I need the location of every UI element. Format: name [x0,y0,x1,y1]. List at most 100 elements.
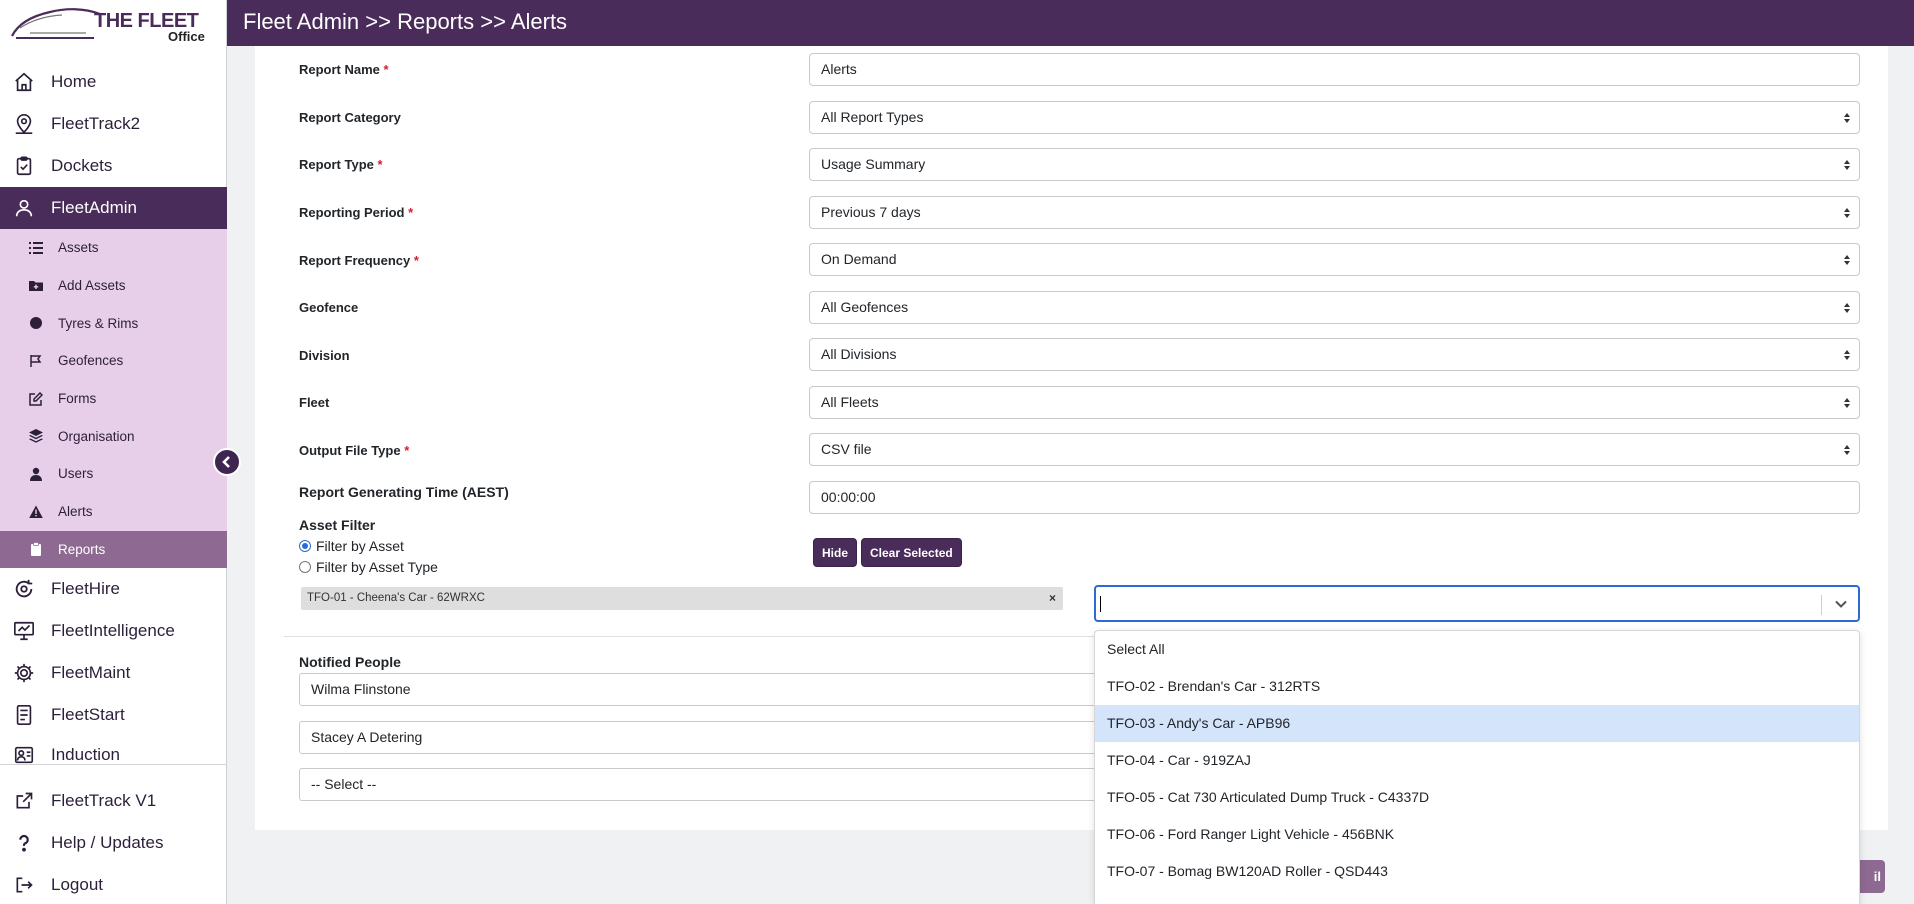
hide-button[interactable]: Hide [813,538,857,567]
nav-fleettrack2-label: FleetTrack2 [51,114,140,134]
nav-forms[interactable]: Forms [0,380,227,418]
notified-person-select[interactable]: -- Select -- [299,768,1099,801]
nav-induction[interactable]: Induction [0,736,227,774]
radio-filter-by-asset-type[interactable]: Filter by Asset Type [299,559,438,575]
logout-icon [14,875,34,895]
asset-dropdown-menu: Select All TFO-02 - Brendan's Car - 312R… [1094,630,1860,904]
select-arrows-icon [1844,207,1850,219]
logo-subtitle: Office [168,29,205,44]
chip-remove-icon[interactable]: × [1049,587,1056,610]
asset-search-input[interactable] [1094,585,1860,622]
dropdown-option[interactable]: TFO-07 - Bomag BW120AD Roller - QSD443 [1095,853,1859,890]
external-link-icon [14,791,34,811]
nav-help-updates[interactable]: Help / Updates [0,822,227,864]
sidebar: THE FLEET Office Home FleetTrack2 Docket… [0,0,227,904]
question-icon [14,833,34,853]
report-category-select[interactable]: All Report Types [809,101,1860,134]
sidebar-divider [0,764,227,765]
car-logo-icon [10,2,102,42]
nav-fleetadmin-label: FleetAdmin [51,198,137,218]
label-report-time: Report Generating Time (AEST) [299,484,509,500]
select-arrows-icon [1844,302,1850,314]
dropdown-option[interactable]: TFO-04 - Car - 919ZAJ [1095,742,1859,779]
sidebar-collapse-button[interactable] [213,448,241,476]
label-geofence: Geofence [299,300,358,315]
dropdown-option[interactable]: TFO-05 - Cat 730 Articulated Dump Truck … [1095,779,1859,816]
map-flag-icon [29,354,43,368]
fleet-select[interactable]: All Fleets [809,386,1860,419]
nav-geofences[interactable]: Geofences [0,342,227,380]
radio-filter-by-asset[interactable]: Filter by Asset [299,538,404,554]
dropdown-option[interactable]: TFO-02 - Brendan's Car - 312RTS [1095,668,1859,705]
radio-filter-by-asset-type-label: Filter by Asset Type [316,559,438,575]
report-frequency-select[interactable]: On Demand [809,243,1860,276]
presentation-icon [13,620,35,642]
list-icon [29,241,43,255]
select-arrows-icon [1844,397,1850,409]
label-asset-filter: Asset Filter [299,517,375,533]
select-arrows-icon [1844,112,1850,124]
nav-assets[interactable]: Assets [0,229,227,267]
warning-icon [29,505,43,519]
logo[interactable]: THE FLEET Office [0,0,226,46]
selected-asset-chip: TFO-01 - Cheena's Car - 62WRXC × [301,587,1063,610]
page-header: Fleet Admin >> Reports >> Alerts [227,0,1914,46]
nav-fleettrack-v1-label: FleetTrack V1 [51,791,156,811]
nav-fleetintelligence-label: FleetIntelligence [51,621,175,641]
nav-dockets[interactable]: Dockets [0,145,227,187]
label-report-frequency: Report Frequency * [299,253,419,268]
nav-fleetadmin[interactable]: FleetAdmin [0,187,227,229]
gear-icon [13,662,35,684]
nav-add-assets[interactable]: Add Assets [0,267,227,305]
radio-filter-by-asset-label: Filter by Asset [316,538,404,554]
text-caret [1100,596,1101,612]
label-report-category: Report Category [299,110,401,125]
nav-fleettrack-v1[interactable]: FleetTrack V1 [0,780,227,822]
geofence-select[interactable]: All Geofences [809,291,1860,324]
report-type-select[interactable]: Usage Summary [809,148,1860,181]
report-time-input[interactable]: 00:00:00 [809,481,1860,514]
nav-fleethire[interactable]: FleetHire [0,568,227,610]
chevron-left-icon [220,455,234,469]
nav-fleetstart[interactable]: FleetStart [0,694,227,736]
nav-alerts-label: Alerts [58,504,93,519]
division-select[interactable]: All Divisions [809,338,1860,371]
nav-fleetmaint[interactable]: FleetMaint [0,652,227,694]
label-output-file-type: Output File Type * [299,443,409,458]
output-file-type-select[interactable]: CSV file [809,433,1860,466]
nav-home[interactable]: Home [0,61,227,103]
notified-person-field[interactable]: Stacey A Detering [299,721,1099,754]
folder-plus-icon [29,279,43,293]
breadcrumb: Fleet Admin >> Reports >> Alerts [243,9,567,34]
nav-reports[interactable]: Reports [0,531,227,569]
nav-logout[interactable]: Logout [0,864,227,904]
nav-induction-label: Induction [51,745,120,765]
report-name-input[interactable]: Alerts [809,53,1860,86]
nav-logout-label: Logout [51,875,103,895]
nav-users[interactable]: Users [0,455,227,493]
layers-icon [29,429,43,443]
select-divider [1821,595,1822,615]
nav-fleetstart-label: FleetStart [51,705,125,725]
chevron-down-icon[interactable] [1834,597,1848,611]
dropdown-option-select-all[interactable]: Select All [1095,631,1859,668]
nav-users-label: Users [58,466,93,481]
radio-selected[interactable] [299,540,311,552]
dropdown-option[interactable]: TFO-06 - Ford Ranger Light Vehicle - 456… [1095,816,1859,853]
radio-unselected[interactable] [299,561,311,573]
nav-organisation-label: Organisation [58,429,135,444]
notified-person-field[interactable]: Wilma Flinstone [299,673,1099,706]
reporting-period-select[interactable]: Previous 7 days [809,196,1860,229]
nav-tyres-rims[interactable]: Tyres & Rims [0,304,227,342]
nav-add-assets-label: Add Assets [58,278,126,293]
nav-fleetintelligence[interactable]: FleetIntelligence [0,610,227,652]
nav-organisation[interactable]: Organisation [0,417,227,455]
dropdown-option-highlighted[interactable]: TFO-03 - Andy's Car - APB96 [1095,705,1859,742]
nav-fleettrack2[interactable]: FleetTrack2 [0,103,227,145]
map-pin-icon [13,113,35,135]
nav-reports-label: Reports [58,542,105,557]
nav-alerts[interactable]: Alerts [0,493,227,531]
nav-tyres-rims-label: Tyres & Rims [58,316,138,331]
clear-selected-button[interactable]: Clear Selected [861,538,962,567]
clipboard-check-icon [13,155,35,177]
